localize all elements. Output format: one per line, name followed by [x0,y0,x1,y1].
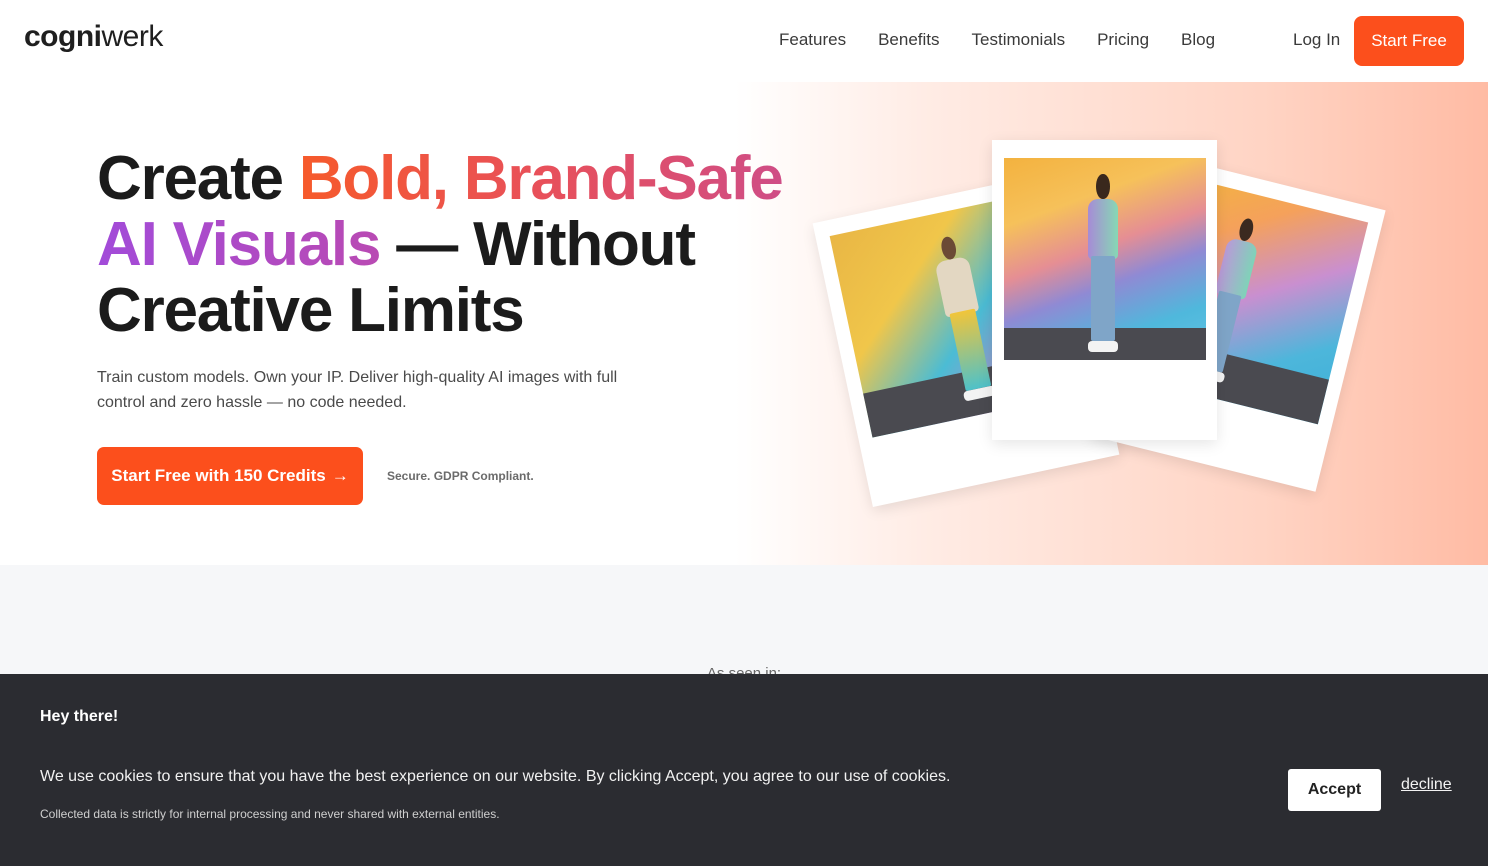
logo-light: werk [101,20,164,53]
hero-section: Create Bold, Brand-Safe AI Visuals — Wit… [0,82,1488,565]
cookie-title: Hey there! [40,708,119,725]
headline-highlight-1: Bold, Brand-Safe [298,144,784,213]
decline-link[interactable]: decline [1401,776,1452,794]
cookie-banner: Hey there! We use cookies to ensure that… [0,674,1488,866]
arrow-right-icon: → [331,466,349,485]
headline-highlight-2: AI Visuals [97,210,381,279]
accept-button[interactable]: Accept [1288,769,1381,811]
headline-part-5: Creative Limits [97,276,525,345]
cta-label: Start Free with 150 Credits [111,466,326,485]
login-link[interactable]: Log In [1293,30,1340,50]
headline-part-1: Create [97,144,299,213]
logo-bold: cogni [24,20,102,53]
secure-note: Secure. GDPR Compliant. [387,469,534,483]
polaroid-center [992,140,1217,440]
nav-testimonials[interactable]: Testimonials [972,30,1066,50]
cookie-text: We use cookies to ensure that you have t… [40,768,951,785]
nav-blog[interactable]: Blog [1181,30,1215,50]
site-header: cogniwerk Features Benefits Testimonials… [0,0,1500,82]
hero-subtext: Train custom models. Own your IP. Delive… [97,369,618,411]
photo-model-center [1004,158,1206,360]
start-free-button[interactable]: Start Free [1354,16,1464,66]
logo[interactable]: cogniwerk [24,20,163,54]
start-free-credits-button[interactable]: Start Free with 150 Credits → [97,447,363,505]
nav-features[interactable]: Features [779,30,846,50]
model-figure-icon [1085,174,1121,352]
nav-pricing[interactable]: Pricing [1097,30,1149,50]
scrollbar[interactable] [1488,0,1500,866]
cookie-note: Collected data is strictly for internal … [40,807,500,821]
hero-headline: Create Bold, Brand-Safe AI Visuals — Wit… [97,146,797,344]
headline-part-4: — Without [380,210,696,279]
nav-benefits[interactable]: Benefits [878,30,939,50]
main-nav: Features Benefits Testimonials Pricing B… [779,30,1215,50]
